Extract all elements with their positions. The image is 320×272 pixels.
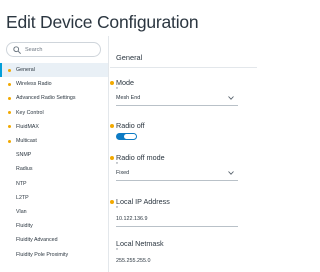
sidebar-item-label: Fluidity (16, 223, 33, 230)
modified-marker (110, 124, 114, 128)
sidebar-item-label: Advanced Radio Settings (16, 95, 76, 102)
sidebar-item-label: Radius (16, 166, 33, 173)
sidebar-item-label: General (16, 67, 35, 74)
search-input[interactable] (25, 46, 95, 53)
sidebar-item-multicast[interactable]: Multicast (0, 134, 108, 148)
sidebar-item-ntp[interactable]: NTP (0, 177, 108, 191)
sidebar-item-radius[interactable]: Radius (0, 162, 108, 176)
page-title: Edit Device Configuration (6, 12, 199, 32)
mode-field: Mode * Mesh End (110, 78, 257, 106)
local-netmask-value: 255.255.255.0 (116, 258, 151, 264)
modified-marker (8, 68, 11, 72)
radio-off-mode-label: Radio off mode (116, 153, 165, 162)
mode-select[interactable]: Mesh End (110, 88, 240, 106)
section-divider (110, 67, 257, 68)
local-ip-underline (116, 226, 238, 227)
sidebar-nav: General Wireless Radio Advanced Radio Se… (0, 63, 108, 262)
modified-marker (110, 200, 114, 204)
sidebar-item-fluidity-advanced[interactable]: Fluidity Advanced (0, 233, 108, 247)
main-panel: General Mode * Mesh End Radio off Radio … (110, 36, 257, 272)
sidebar-item-label: Multicast (16, 138, 37, 145)
sidebar-item-snmp[interactable]: SNMP (0, 148, 108, 162)
sidebar-item-advanced-radio-settings[interactable]: Advanced Radio Settings (0, 91, 108, 105)
section-title: General (116, 53, 143, 62)
radio-off-mode-value: Fixed (116, 170, 130, 176)
mode-label: Mode (116, 78, 134, 87)
modified-marker (8, 96, 11, 100)
radio-off-mode-underline (116, 180, 238, 181)
sidebar-item-label: FluidMAX (16, 123, 39, 130)
sidebar-item-fluidity-pole-proximity[interactable]: Fluidity Pole Proximity (0, 247, 108, 261)
local-ip-input[interactable]: 10.122.136.9 (110, 207, 240, 227)
sidebar-item-general[interactable]: General (0, 63, 108, 78)
sidebar-item-label: Fluidity Advanced (16, 237, 58, 244)
chevron-down-icon (228, 171, 234, 175)
sidebar-item-label: Fluidity Pole Proximity (16, 251, 69, 258)
modified-marker (8, 139, 11, 143)
sidebar-item-vlan[interactable]: Vlan (0, 205, 108, 219)
sidebar-item-fluidmax[interactable]: FluidMAX (0, 120, 108, 134)
sidebar-item-wireless-radio[interactable]: Wireless Radio (0, 77, 108, 91)
radio-off-label: Radio off (116, 121, 145, 130)
local-netmask-field: Local Netmask * 255.255.255.0 (110, 239, 257, 269)
mode-underline (116, 105, 238, 106)
sidebar-item-label: NTP (16, 180, 27, 187)
modified-marker (8, 82, 11, 86)
sidebar-item-label: SNMP (16, 152, 32, 159)
local-netmask-input[interactable]: 255.255.255.0 (110, 249, 240, 269)
sidebar-item-label: Wireless Radio (16, 81, 52, 88)
modified-marker (110, 81, 114, 85)
sidebar-item-fluidity[interactable]: Fluidity (0, 219, 108, 233)
sidebar-item-label: Vlan (16, 208, 27, 215)
local-ip-field: Local IP Address * 10.122.136.9 (110, 197, 257, 227)
modified-marker (110, 156, 114, 160)
sidebar-item-label: Key Control (16, 109, 44, 116)
sidebar-item-label: L2TP (16, 194, 29, 201)
local-ip-label: Local IP Address (116, 197, 170, 206)
radio-off-field: Radio off (110, 121, 257, 143)
modified-marker (8, 111, 11, 115)
radio-off-mode-field: Radio off mode * Fixed (110, 153, 257, 181)
sidebar-item-key-control[interactable]: Key Control (0, 106, 108, 120)
mode-value: Mesh End (116, 95, 141, 101)
local-ip-value: 10.122.136.9 (116, 216, 148, 222)
toggle-knob (124, 134, 136, 139)
chevron-down-icon (228, 96, 234, 100)
sidebar-item-l2tp[interactable]: L2TP (0, 191, 108, 205)
local-netmask-label: Local Netmask (116, 239, 164, 248)
search-icon (13, 45, 21, 54)
search-box[interactable] (6, 42, 101, 57)
radio-off-mode-select[interactable]: Fixed (110, 163, 240, 181)
radio-off-toggle[interactable] (116, 133, 137, 140)
edit-device-configuration-dialog: Edit Device Configuration General Wirele… (0, 0, 257, 272)
sidebar: General Wireless Radio Advanced Radio Se… (0, 36, 109, 272)
modified-marker (8, 125, 11, 129)
